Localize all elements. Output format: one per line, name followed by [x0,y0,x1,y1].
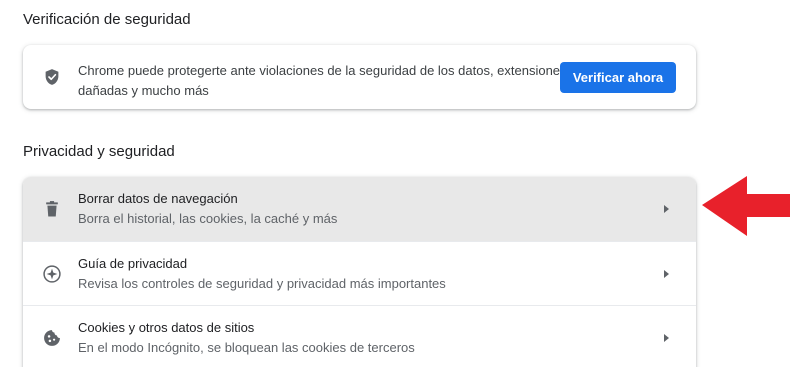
privacy-security-heading: Privacidad y seguridad [23,143,175,160]
shield-check-icon [45,69,59,85]
safety-check-card: Chrome puede protegerte ante violaciones… [23,45,696,109]
trash-icon [46,201,58,217]
red-annotation-arrow-icon [702,176,790,236]
privacy-guide-row[interactable]: Guía de privacidad Revisa los controles … [23,241,696,305]
safety-check-description: Chrome puede protegerte ante violaciones… [78,63,567,98]
chevron-right-icon [664,334,669,342]
row-title: Cookies y otros datos de sitios [78,320,255,335]
cookies-site-data-row[interactable]: Cookies y otros datos de sitios En el mo… [23,305,696,367]
row-subtitle: Borra el historial, las cookies, la cach… [78,211,338,226]
privacy-security-card: Borrar datos de navegación Borra el hist… [23,177,696,367]
row-title: Guía de privacidad [78,256,188,271]
safety-check-heading: Verificación de seguridad [23,11,191,28]
chevron-right-icon [664,205,669,213]
row-title: Borrar datos de navegación [78,191,238,206]
clear-browsing-data-row[interactable]: Borrar datos de navegación Borra el hist… [23,177,696,241]
chevron-right-icon [664,270,669,278]
compass-icon [43,265,61,283]
row-subtitle: Revisa los controles de seguridad y priv… [78,276,446,291]
cookie-icon [44,330,60,346]
check-now-button[interactable]: Verificar ahora [560,62,676,93]
row-subtitle: En el modo Incógnito, se bloquean las co… [78,340,415,355]
settings-page: Verificación de seguridad Chrome puede p… [0,0,800,367]
